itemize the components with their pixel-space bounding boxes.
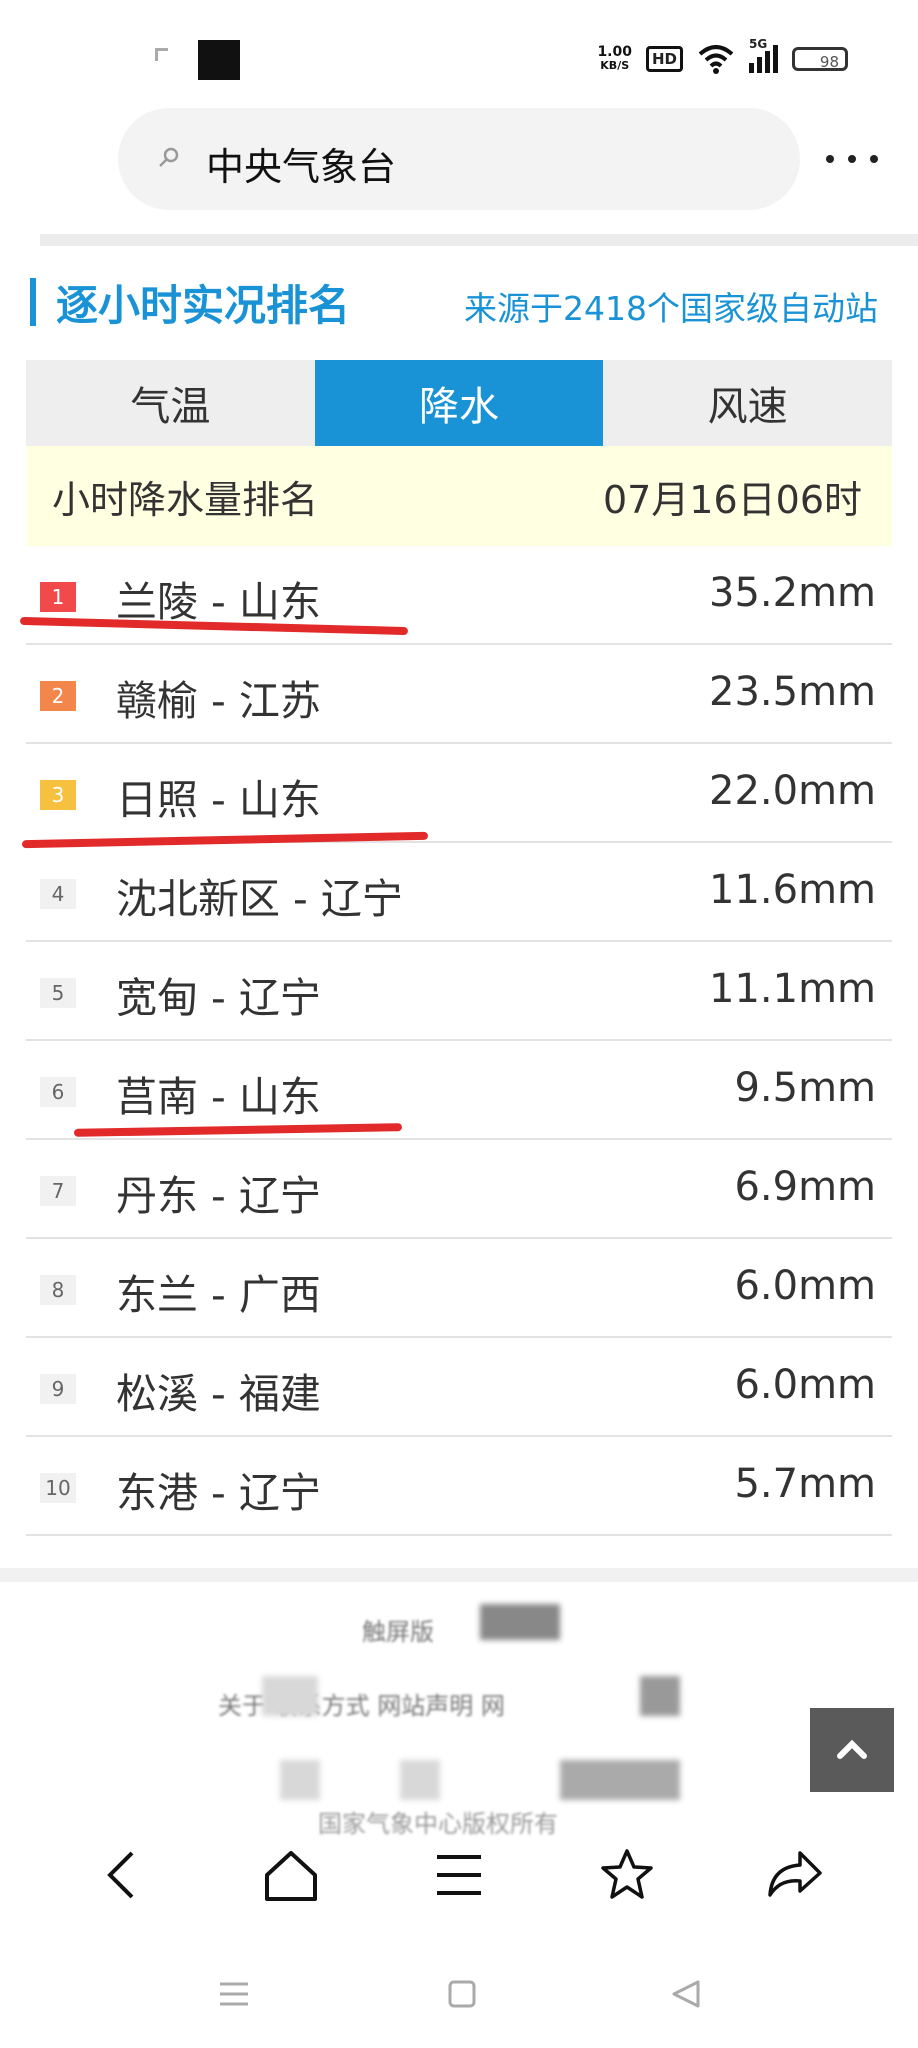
station-name: 日照 - 山东: [116, 776, 321, 824]
bookmark-button[interactable]: [597, 1845, 657, 1905]
rank-badge: 3: [40, 780, 76, 810]
ranking-header: 小时降水量排名 07月16日06时: [26, 446, 892, 546]
square-icon: [448, 1980, 476, 2008]
tab-precipitation[interactable]: 降水: [314, 360, 604, 446]
list-item[interactable]: 3 日照 - 山东 22.0mm: [26, 744, 892, 843]
rank-badge: 8: [40, 1275, 76, 1305]
list-item[interactable]: 5 宽甸 - 辽宁 11.1mm: [26, 942, 892, 1041]
wifi-icon: [698, 45, 734, 74]
tab-temperature[interactable]: 气温: [26, 360, 315, 446]
page-title: 逐小时实况排名: [56, 281, 351, 330]
precipitation-value: 6.0mm: [734, 1263, 876, 1309]
chevron-left-icon: [106, 1851, 134, 1899]
search-bar[interactable]: 中央气象台: [118, 108, 800, 210]
precipitation-value: 22.0mm: [709, 768, 876, 814]
redaction-block: [480, 1604, 560, 1640]
menu-icon: [436, 1855, 481, 1895]
ranking-label: 小时降水量排名: [52, 477, 319, 522]
precipitation-value: 6.9mm: [734, 1164, 876, 1210]
hd-badge: HD: [645, 46, 683, 72]
station-name: 沈北新区 - 辽宁: [116, 875, 403, 923]
triangle-back-icon: [672, 1980, 700, 2008]
ranking-list: 1 兰陵 - 山东 35.2mm 2 赣榆 - 江苏 23.5mm 3 日照 -…: [26, 546, 892, 1536]
status-bar: 1.00 KB/S HD 5G 98: [0, 0, 918, 110]
notification-icon: [198, 40, 240, 80]
station-name: 赣榆 - 江苏: [116, 677, 321, 725]
station-name: 东港 - 辽宁: [116, 1469, 321, 1517]
station-name: 东兰 - 广西: [116, 1271, 321, 1319]
back-to-top-button[interactable]: [810, 1708, 894, 1792]
menu-icon: [220, 1982, 248, 2006]
precipitation-value: 9.5mm: [734, 1065, 876, 1111]
precipitation-value: 11.1mm: [709, 966, 876, 1012]
back-button[interactable]: [94, 1845, 154, 1905]
system-back-button[interactable]: [668, 1976, 704, 2012]
recent-apps-button[interactable]: [216, 1976, 252, 2012]
search-query[interactable]: 中央气象台: [206, 136, 396, 191]
more-options-icon[interactable]: [826, 155, 880, 165]
star-icon: [600, 1849, 653, 1899]
rank-badge: 10: [40, 1473, 76, 1503]
rank-badge: 4: [40, 879, 76, 909]
station-name: 丹东 - 辽宁: [116, 1172, 321, 1220]
redaction-block: [280, 1760, 320, 1800]
rank-badge: 1: [40, 582, 76, 612]
data-source-note: 来源于2418个国家级自动站: [464, 289, 878, 328]
chevron-up-icon: [837, 1739, 867, 1759]
list-item[interactable]: 6 莒南 - 山东 9.5mm: [26, 1041, 892, 1140]
redaction-block: [640, 1676, 680, 1716]
rank-badge: 7: [40, 1176, 76, 1206]
system-nav-bar: [0, 1960, 918, 2030]
browser-toolbar: [0, 1830, 918, 1920]
list-item[interactable]: 8 东兰 - 广西 6.0mm: [26, 1239, 892, 1338]
list-item[interactable]: 1 兰陵 - 山东 35.2mm: [26, 546, 892, 645]
rank-badge: 6: [40, 1077, 76, 1107]
share-icon: [768, 1851, 822, 1897]
station-name: 莒南 - 山东: [116, 1073, 321, 1121]
list-item[interactable]: 4 沈北新区 - 辽宁 11.6mm: [26, 843, 892, 942]
footer-mode-link[interactable]: 触屏版: [362, 1612, 434, 1647]
station-name: 宽甸 - 辽宁: [116, 974, 321, 1022]
redaction-block: [400, 1760, 440, 1800]
metric-tabs: 气温 降水 风速: [26, 360, 892, 446]
status-indicator-icon: [155, 48, 168, 61]
redaction-block: [262, 1676, 318, 1716]
redaction-block: [560, 1760, 680, 1800]
share-button[interactable]: [764, 1845, 824, 1905]
network-speed: 1.00 KB/S: [597, 44, 632, 72]
rank-badge: 5: [40, 978, 76, 1008]
home-icon: [265, 1851, 318, 1901]
header-accent-bar: [30, 278, 36, 326]
search-icon: [159, 147, 179, 167]
precipitation-value: 6.0mm: [734, 1362, 876, 1408]
list-item[interactable]: 9 松溪 - 福建 6.0mm: [26, 1338, 892, 1437]
menu-button[interactable]: [429, 1845, 489, 1905]
list-item[interactable]: 2 赣榆 - 江苏 23.5mm: [26, 645, 892, 744]
rank-badge: 2: [40, 681, 76, 711]
precipitation-value: 23.5mm: [709, 669, 876, 715]
precipitation-value: 5.7mm: [734, 1461, 876, 1507]
list-item[interactable]: 7 丹东 - 辽宁 6.9mm: [26, 1140, 892, 1239]
home-button[interactable]: [261, 1845, 321, 1905]
divider: [0, 1568, 918, 1582]
precipitation-value: 11.6mm: [709, 867, 876, 913]
precipitation-value: 35.2mm: [709, 570, 876, 616]
cellular-signal-icon: 5G: [749, 37, 778, 73]
battery-icon: 98: [792, 47, 848, 71]
list-item[interactable]: 10 东港 - 辽宁 5.7mm: [26, 1437, 892, 1536]
ranking-time: 07月16日06时: [602, 477, 862, 522]
rank-badge: 9: [40, 1374, 76, 1404]
system-home-button[interactable]: [444, 1976, 480, 2012]
divider: [40, 234, 918, 246]
station-name: 松溪 - 福建: [116, 1370, 321, 1418]
station-name: 兰陵 - 山东: [116, 578, 321, 626]
tab-wind-speed[interactable]: 风速: [603, 360, 892, 446]
